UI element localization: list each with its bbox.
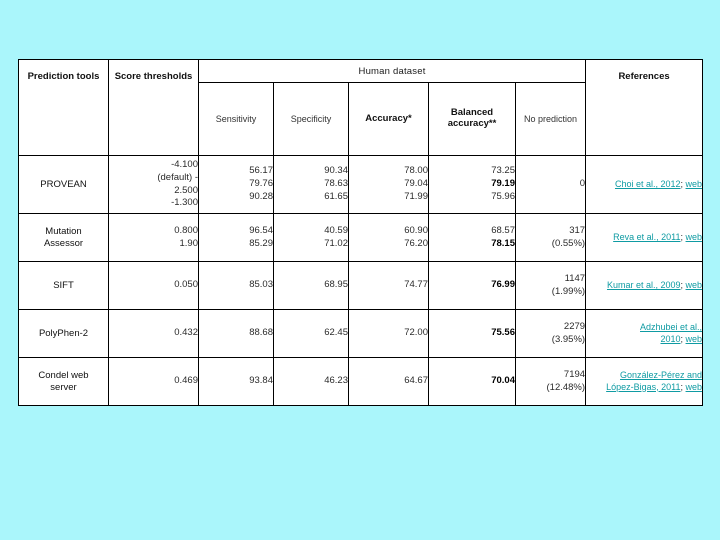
- cell-sensitivity: 93.84: [198, 357, 274, 406]
- cell-specificity: 46.23: [273, 357, 349, 406]
- balanced-accuracy-value: 79.19: [491, 178, 515, 190]
- table-row: Condel web server 0.469 93.84 46.23 64.67 70.…: [18, 357, 704, 406]
- table-row: PolyPhen-2 0.432 88.68 62.45 72.00 75.56 2279 …: [18, 309, 704, 358]
- cell-balanced-accuracy: 68.57 78.15: [428, 213, 516, 262]
- cell-score-thresholds: 0.050: [108, 261, 199, 310]
- header-cell-balanced-accuracy: Balanced accuracy**: [428, 82, 516, 156]
- header-label-prediction-tools: Prediction tools: [27, 70, 100, 82]
- table-head: Prediction tools Score thresholds Human …: [18, 59, 704, 156]
- cell-specificity: 62.45: [273, 309, 349, 358]
- cell-no-prediction: 7194 (12.48%): [514, 357, 587, 406]
- cell-references: Reva et al., 2011; web: [585, 213, 704, 262]
- cell-specificity: 90.34 78.63 61.65: [273, 155, 349, 214]
- header-cell-references: References: [585, 59, 704, 156]
- balanced-accuracy-value: 75.56: [491, 327, 515, 339]
- header-cell-no-prediction: No prediction: [514, 82, 587, 156]
- table-row: Mutation Assessor 0.800 1.90 96.54 85.29 40…: [18, 213, 704, 262]
- cell-references: Choi et al., 2012; web: [585, 155, 704, 214]
- balanced-accuracy-value: 73.25: [491, 165, 515, 177]
- cell-balanced-accuracy: 76.99: [428, 261, 516, 310]
- cell-references: González-Pérez and López-Bigas, 2011; we…: [585, 357, 704, 406]
- cell-prediction-tool: Condel web server: [18, 357, 109, 406]
- balanced-accuracy-value: 70.04: [491, 375, 515, 387]
- balanced-accuracy-value: 76.99: [491, 279, 515, 291]
- header-cell-prediction-tools: Prediction tools: [18, 59, 109, 156]
- cell-balanced-accuracy: 70.04: [428, 357, 516, 406]
- cell-sensitivity: 56.17 79.76 90.28: [198, 155, 274, 214]
- balanced-accuracy-value: 75.96: [491, 190, 515, 202]
- cell-sensitivity: 85.03: [198, 261, 274, 310]
- cell-score-thresholds: -4.100 (default) - 2.500 -1.300: [108, 155, 199, 214]
- reference-web-link[interactable]: web: [686, 334, 703, 344]
- reference-web-link[interactable]: web: [686, 232, 703, 242]
- cell-references: Adzhubei et al., 2010; web: [585, 309, 704, 358]
- cell-prediction-tool: SIFT: [18, 261, 109, 310]
- reference-citation-link[interactable]: Kumar et al., 2009: [607, 280, 681, 290]
- cell-prediction-tool: Mutation Assessor: [18, 213, 109, 262]
- reference-web-link[interactable]: web: [686, 280, 703, 290]
- cell-accuracy: 78.00 79.04 71.99: [348, 155, 429, 214]
- header-cell-accuracy: Accuracy*: [348, 82, 429, 156]
- cell-accuracy: 64.67: [348, 357, 429, 406]
- cell-score-thresholds: 0.469: [108, 357, 199, 406]
- cell-accuracy: 60.90 76.20: [348, 213, 429, 262]
- cell-score-thresholds: 0.800 1.90: [108, 213, 199, 262]
- reference-citation-link[interactable]: Choi et al., 2012: [615, 179, 681, 189]
- cell-no-prediction: 317 (0.55%): [514, 213, 587, 262]
- cell-references: Kumar et al., 2009; web: [585, 261, 704, 310]
- prediction-tools-comparison-table: Prediction tools Score thresholds Human …: [18, 59, 704, 406]
- balanced-accuracy-value: 78.15: [491, 237, 515, 249]
- header-label-references: References: [618, 70, 670, 82]
- cell-specificity: 68.95: [273, 261, 349, 310]
- cell-no-prediction: 0: [514, 155, 587, 214]
- table-body: PROVEAN -4.100 (default) - 2.500 -1.300 56…: [18, 155, 704, 406]
- cell-sensitivity: 88.68: [198, 309, 274, 358]
- header-cell-sensitivity: Sensitivity: [198, 82, 274, 156]
- cell-accuracy: 72.00: [348, 309, 429, 358]
- header-cell-score-thresholds: Score thresholds: [108, 59, 199, 156]
- comparison-table-container: Prediction tools Score thresholds Human …: [18, 59, 704, 406]
- header-label-score-thresholds: Score thresholds: [114, 70, 193, 82]
- table-row: SIFT 0.050 85.03 68.95 74.77 76.99 1147 (1.99%…: [18, 261, 704, 310]
- cell-accuracy: 74.77: [348, 261, 429, 310]
- group-header-human-dataset: Human dataset: [197, 59, 587, 83]
- reference-citation-link[interactable]: Reva et al., 2011: [613, 232, 680, 242]
- cell-balanced-accuracy: 75.56: [428, 309, 516, 358]
- cell-no-prediction: 1147 (1.99%): [514, 261, 587, 310]
- balanced-accuracy-value: 68.57: [491, 224, 515, 236]
- reference-web-link[interactable]: web: [686, 382, 703, 392]
- group-header-row: Prediction tools Score thresholds Human …: [18, 59, 704, 156]
- reference-web-link[interactable]: web: [686, 179, 703, 189]
- table-row: PROVEAN -4.100 (default) - 2.500 -1.300 56…: [18, 155, 704, 214]
- cell-sensitivity: 96.54 85.29: [198, 213, 274, 262]
- slide-canvas: Prediction tools Score thresholds Human …: [0, 0, 720, 540]
- cell-prediction-tool: PROVEAN: [18, 155, 109, 214]
- cell-specificity: 40.59 71.02: [273, 213, 349, 262]
- cell-score-thresholds: 0.432: [108, 309, 199, 358]
- cell-no-prediction: 2279 (3.95%): [514, 309, 587, 358]
- header-cell-specificity: Specificity: [273, 82, 349, 156]
- cell-balanced-accuracy: 73.25 79.19 75.96: [428, 155, 516, 214]
- cell-prediction-tool: PolyPhen-2: [18, 309, 109, 358]
